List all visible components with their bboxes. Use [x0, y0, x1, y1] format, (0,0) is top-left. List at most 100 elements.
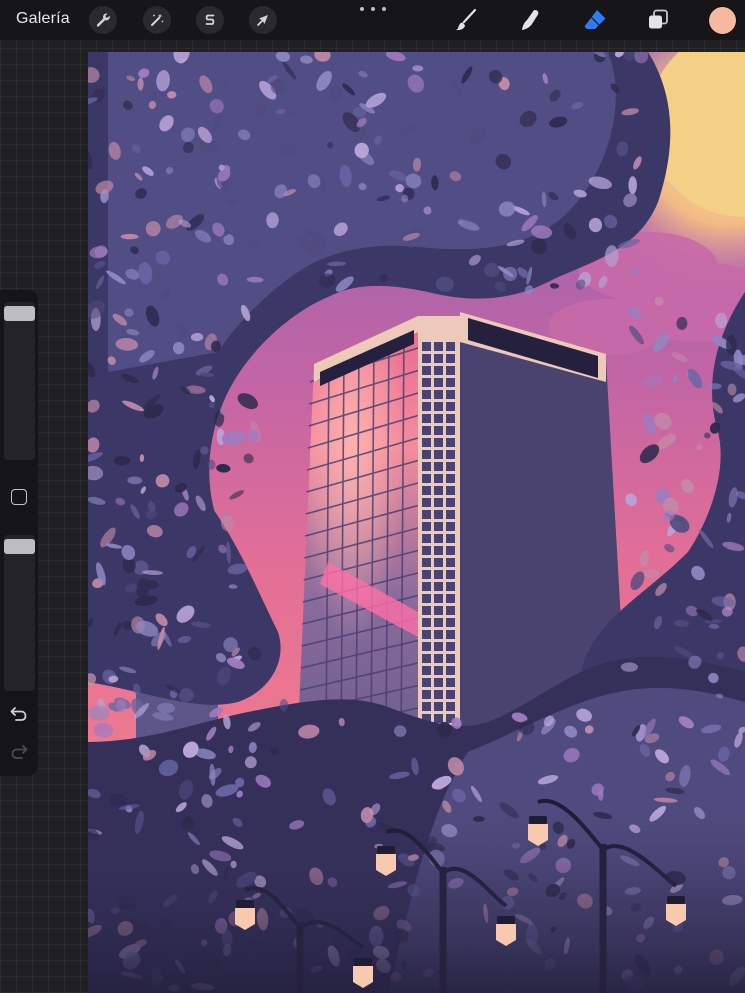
- column-window: [422, 534, 431, 543]
- more-dots-icon[interactable]: [360, 2, 386, 16]
- column-window: [422, 486, 431, 495]
- opacity-slider[interactable]: [4, 535, 35, 691]
- eraser-tool-button[interactable]: [580, 6, 610, 34]
- column-window: [446, 546, 455, 555]
- column-window: [446, 618, 455, 627]
- dot: [360, 7, 364, 11]
- left-sidebar: [0, 290, 38, 776]
- column-window: [434, 450, 443, 459]
- column-window: [422, 414, 431, 423]
- lamp-cap: [377, 846, 395, 854]
- column-window: [434, 558, 443, 567]
- column-window: [434, 378, 443, 387]
- column-window: [434, 414, 443, 423]
- procreate-app: Galería: [0, 0, 745, 993]
- smudge-tool-button[interactable]: [515, 6, 545, 34]
- arrow-cursor-icon: [257, 15, 268, 26]
- column-window: [446, 414, 455, 423]
- column-window: [422, 522, 431, 531]
- square-modify-icon[interactable]: [11, 489, 27, 505]
- column-window: [434, 438, 443, 447]
- column-window: [446, 702, 455, 711]
- column-window: [422, 678, 431, 687]
- color-picker-swatch[interactable]: [709, 7, 736, 34]
- column-window: [446, 474, 455, 483]
- column-window: [434, 690, 443, 699]
- actions-button[interactable]: [89, 6, 117, 34]
- column-window: [434, 342, 443, 351]
- column-window: [434, 678, 443, 687]
- column-window: [434, 654, 443, 663]
- column-window: [446, 354, 455, 363]
- column-window: [422, 630, 431, 639]
- column-window: [422, 690, 431, 699]
- eraser-icon: [584, 10, 606, 29]
- column-window: [434, 546, 443, 555]
- brush-size-slider-thumb[interactable]: [4, 306, 35, 321]
- gallery-button[interactable]: Galería: [16, 10, 70, 28]
- column-window: [434, 606, 443, 615]
- undo-icon: [10, 707, 27, 721]
- brush-icon: [456, 8, 477, 31]
- lamp-cap: [354, 958, 372, 966]
- layers-icon: [649, 9, 668, 29]
- leaf: [120, 233, 139, 240]
- column-window: [434, 642, 443, 651]
- redo-button[interactable]: [8, 742, 30, 762]
- column-window: [446, 462, 455, 471]
- column-window: [446, 630, 455, 639]
- column-window: [446, 666, 455, 675]
- column-window: [422, 582, 431, 591]
- column-window: [434, 366, 443, 375]
- leaf: [628, 176, 638, 195]
- lamp-cap: [667, 896, 685, 904]
- column-window: [434, 570, 443, 579]
- column-window: [446, 378, 455, 387]
- undo-button[interactable]: [8, 704, 30, 724]
- column-window: [422, 390, 431, 399]
- artwork: [88, 52, 745, 993]
- column-window: [446, 402, 455, 411]
- column-window: [422, 654, 431, 663]
- column-window: [422, 462, 431, 471]
- leaf: [270, 747, 279, 755]
- brush-tool-button[interactable]: [451, 6, 481, 34]
- top-toolbar: Galería: [0, 0, 745, 40]
- selection-button[interactable]: [196, 6, 224, 34]
- column-window: [422, 642, 431, 651]
- column-window: [446, 390, 455, 399]
- column-window: [422, 666, 431, 675]
- column-window: [446, 342, 455, 351]
- column-window: [446, 606, 455, 615]
- column-window: [434, 486, 443, 495]
- lamp-cap: [529, 816, 547, 824]
- column-window: [422, 498, 431, 507]
- lamp-cap: [497, 916, 515, 924]
- column-window: [446, 450, 455, 459]
- column-window: [434, 498, 443, 507]
- drawing-canvas[interactable]: [88, 52, 745, 993]
- column-window: [422, 354, 431, 363]
- leaf: [726, 334, 737, 356]
- adjustments-button[interactable]: [143, 6, 171, 34]
- column-window: [422, 702, 431, 711]
- column-window: [446, 486, 455, 495]
- column-window: [434, 618, 443, 627]
- column-window: [422, 342, 431, 351]
- column-window: [434, 522, 443, 531]
- column-window: [434, 594, 443, 603]
- column-window: [422, 474, 431, 483]
- column-window: [446, 366, 455, 375]
- transform-button[interactable]: [249, 6, 277, 34]
- dot: [371, 7, 375, 11]
- column-window: [446, 534, 455, 543]
- column-window: [434, 534, 443, 543]
- column-window: [446, 522, 455, 531]
- column-window: [434, 714, 443, 723]
- opacity-slider-thumb[interactable]: [4, 539, 35, 554]
- leaf: [279, 699, 289, 712]
- brush-size-slider[interactable]: [4, 302, 35, 460]
- column-window: [446, 690, 455, 699]
- bottom-shade: [88, 812, 745, 993]
- layers-button[interactable]: [643, 6, 673, 34]
